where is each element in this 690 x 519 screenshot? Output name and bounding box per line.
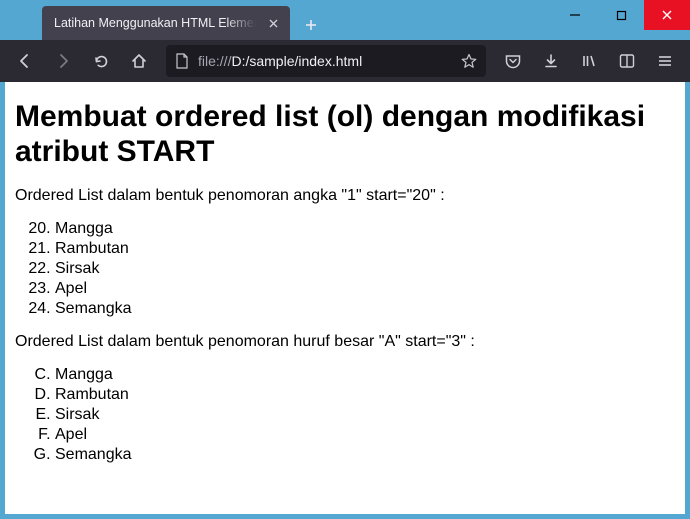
titlebar: Latihan Menggunakan HTML Elemen bbox=[0, 0, 690, 40]
tab-title: Latihan Menggunakan HTML Elemen bbox=[54, 16, 256, 30]
reload-button[interactable] bbox=[84, 44, 118, 78]
url-scheme: file:/// bbox=[198, 53, 231, 69]
tab-close-icon[interactable] bbox=[264, 14, 282, 32]
list-item: Semangka bbox=[55, 445, 675, 465]
page-viewport: Membuat ordered list (ol) dengan modifik… bbox=[5, 82, 685, 514]
url-bar[interactable]: file:///D:/sample/index.html bbox=[166, 45, 486, 77]
window-controls bbox=[552, 0, 690, 30]
list-item: Mangga bbox=[55, 219, 675, 239]
intro-text-1: Ordered List dalam bentuk penomoran angk… bbox=[15, 187, 675, 205]
list-item: Mangga bbox=[55, 365, 675, 385]
list-item: Apel bbox=[55, 279, 675, 299]
list-item: Apel bbox=[55, 425, 675, 445]
library-button[interactable] bbox=[572, 44, 606, 78]
home-button[interactable] bbox=[122, 44, 156, 78]
browser-window: Latihan Menggunakan HTML Elemen bbox=[0, 0, 690, 519]
tab-spacer bbox=[8, 6, 42, 40]
file-icon bbox=[174, 53, 190, 69]
sidebar-button[interactable] bbox=[610, 44, 644, 78]
list-item: Rambutan bbox=[55, 385, 675, 405]
list-item: Semangka bbox=[55, 299, 675, 319]
list-item: Rambutan bbox=[55, 239, 675, 259]
downloads-button[interactable] bbox=[534, 44, 568, 78]
ordered-list-alpha: ManggaRambutanSirsakApelSemangka bbox=[15, 365, 675, 465]
url-text: file:///D:/sample/index.html bbox=[198, 53, 452, 69]
tab-active[interactable]: Latihan Menggunakan HTML Elemen bbox=[42, 6, 290, 40]
bookmark-star-icon[interactable] bbox=[460, 53, 478, 69]
new-tab-button[interactable] bbox=[296, 10, 326, 40]
menu-button[interactable] bbox=[648, 44, 682, 78]
pocket-button[interactable] bbox=[496, 44, 530, 78]
ordered-list-decimal: ManggaRambutanSirsakApelSemangka bbox=[15, 219, 675, 319]
tabs-row: Latihan Menggunakan HTML Elemen bbox=[0, 6, 326, 40]
url-path: D:/sample/index.html bbox=[231, 53, 362, 69]
list-item: Sirsak bbox=[55, 405, 675, 425]
page-heading: Membuat ordered list (ol) dengan modifik… bbox=[15, 100, 675, 169]
list-item: Sirsak bbox=[55, 259, 675, 279]
intro-text-2: Ordered List dalam bentuk penomoran huru… bbox=[15, 333, 675, 351]
document-body: Membuat ordered list (ol) dengan modifik… bbox=[5, 82, 685, 489]
close-button[interactable] bbox=[644, 0, 690, 30]
maximize-button[interactable] bbox=[598, 0, 644, 30]
toolbar: file:///D:/sample/index.html bbox=[0, 40, 690, 82]
forward-button[interactable] bbox=[46, 44, 80, 78]
back-button[interactable] bbox=[8, 44, 42, 78]
minimize-button[interactable] bbox=[552, 0, 598, 30]
